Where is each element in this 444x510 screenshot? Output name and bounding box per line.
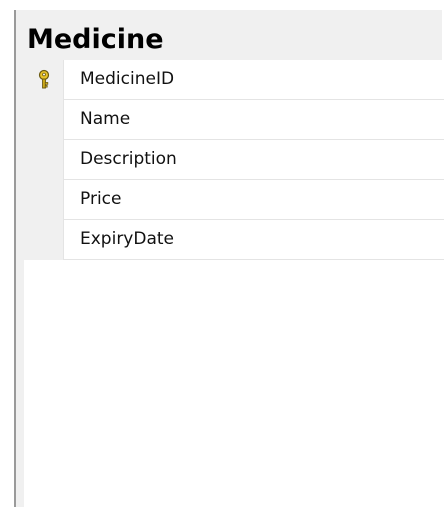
- row-selector[interactable]: [24, 220, 64, 260]
- key-icon: [38, 69, 50, 89]
- column-row-description[interactable]: Description: [24, 140, 444, 180]
- column-row-price[interactable]: Price: [24, 180, 444, 220]
- column-name: ExpiryDate: [80, 229, 174, 249]
- column-name: MedicineID: [80, 69, 175, 89]
- column-row-name[interactable]: Name: [24, 100, 444, 140]
- row-selector[interactable]: [24, 180, 64, 220]
- table-title: Medicine: [27, 24, 164, 55]
- row-selector[interactable]: [24, 140, 64, 180]
- column-row-medicineid[interactable]: MedicineID: [24, 60, 444, 100]
- column-name: Description: [80, 149, 177, 169]
- row-selector[interactable]: [24, 100, 64, 140]
- column-name: Name: [80, 109, 131, 129]
- row-selector[interactable]: [24, 60, 64, 100]
- column-list: MedicineID Name Description Price Expiry…: [24, 60, 444, 507]
- column-name: Price: [80, 189, 122, 209]
- table-medicine[interactable]: Medicine MedicineID Name Description Pri…: [14, 10, 444, 507]
- column-row-expirydate[interactable]: ExpiryDate: [24, 220, 444, 260]
